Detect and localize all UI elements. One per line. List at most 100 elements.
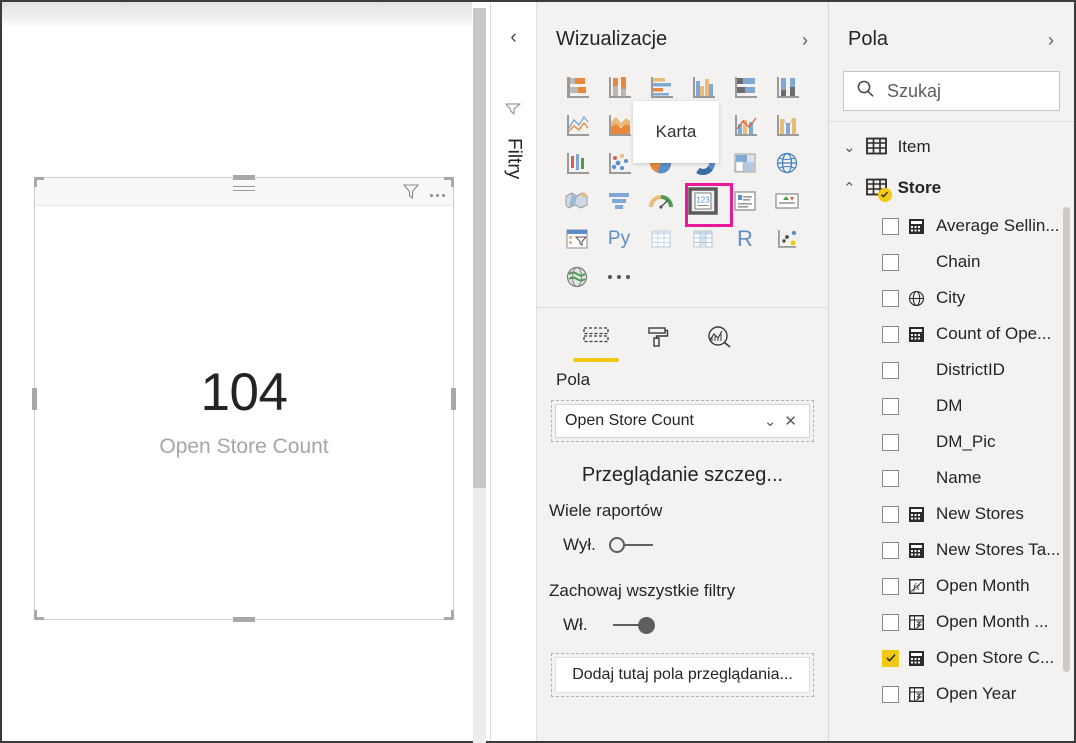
field-row-districtid[interactable]: DistrictID <box>829 352 1074 388</box>
search-input[interactable]: Szukaj <box>843 71 1060 111</box>
field-checkbox[interactable] <box>882 505 899 523</box>
table-used-check-badge <box>877 187 892 202</box>
collapse-visualizations-icon[interactable]: › <box>802 31 808 49</box>
viz-icon-treemap-chart[interactable] <box>724 145 766 181</box>
chevron-down-icon[interactable]: ⌄ <box>760 414 781 429</box>
viz-icon-table-visual[interactable] <box>640 221 682 257</box>
field-label: New Stores <box>936 504 1024 523</box>
keep-filters-toggle[interactable] <box>609 615 655 635</box>
visualizations-pane: Wizualizacje › 123 Py R Karta Pola Open … <box>536 2 828 741</box>
fields-table-item[interactable]: ⌄ Item <box>829 126 1074 167</box>
fields-icon <box>582 320 610 354</box>
viz-icon-python-visual[interactable]: Py <box>598 221 640 257</box>
field-checkbox[interactable] <box>882 433 899 451</box>
field-row-open-year[interactable]: Open Year <box>829 676 1074 712</box>
viz-icon-stacked-bar-chart[interactable] <box>556 69 598 105</box>
canvas-scrollbar-thumb[interactable] <box>473 8 486 488</box>
drillthrough-keep-filters-row[interactable]: Wł. <box>537 601 828 635</box>
field-checkbox[interactable] <box>882 613 899 631</box>
chevron-up-icon[interactable]: ⌃ <box>843 179 856 197</box>
viz-icon-more-visuals-ellipsis[interactable] <box>598 259 640 295</box>
drillthrough-cross-report-row[interactable]: Wył. <box>537 521 828 555</box>
fields-table-store[interactable]: ⌃ Store <box>829 167 1074 208</box>
tab-fields[interactable] <box>565 320 627 362</box>
field-well-pill[interactable]: Open Store Count ⌄ ✕ <box>555 404 810 438</box>
field-checkbox[interactable] <box>882 541 899 559</box>
viz-icon-ribbon-chart[interactable] <box>766 107 808 143</box>
viz-icon-clustered-column-chart[interactable] <box>682 69 724 105</box>
drillthrough-section-title: Przeglądanie szczeg... <box>581 464 784 486</box>
field-row-new-stores-target[interactable]: New Stores Ta... <box>829 532 1074 568</box>
viz-icon-filled-map[interactable] <box>556 183 598 219</box>
field-well-dropzone[interactable]: Open Store Count ⌄ ✕ <box>551 400 814 442</box>
field-label: DM <box>936 396 963 415</box>
field-row-dm[interactable]: DM <box>829 388 1074 424</box>
field-row-city[interactable]: City <box>829 280 1074 316</box>
card-visual[interactable]: 104 Open Store Count <box>32 175 456 622</box>
field-checkbox[interactable] <box>882 577 899 595</box>
report-canvas[interactable]: 104 Open Store Count <box>2 2 490 743</box>
expand-filters-icon[interactable]: ‹ <box>510 28 516 47</box>
tab-analytics[interactable] <box>689 320 751 362</box>
field-row-open-store-count[interactable]: Open Store C... <box>829 640 1074 676</box>
drillthrough-fields-dropzone[interactable]: Dodaj tutaj pola przeglądania... <box>551 653 814 697</box>
viz-icon-card-visual[interactable]: 123 <box>682 183 733 227</box>
viz-icon-funnel-chart[interactable] <box>598 183 640 219</box>
field-row-open-month[interactable]: fx Open Month <box>829 568 1074 604</box>
remove-field-icon[interactable]: ✕ <box>780 414 801 429</box>
resize-handle-bottom[interactable] <box>233 617 255 622</box>
viz-icon-clustered-bar-chart[interactable] <box>640 69 682 105</box>
drag-grip-icon[interactable] <box>233 186 255 194</box>
canvas-scrollbar[interactable] <box>473 8 486 743</box>
field-row-count-of-open[interactable]: Count of Ope... <box>829 316 1074 352</box>
field-checkbox[interactable] <box>882 469 899 487</box>
field-checkbox[interactable] <box>882 325 899 343</box>
viz-icon-r-script-visual[interactable]: R <box>724 221 766 257</box>
viz-icon-line-chart[interactable] <box>556 107 598 143</box>
filters-pane-collapsed[interactable]: ‹ Filtry <box>490 2 536 741</box>
field-checkbox[interactable] <box>882 397 899 415</box>
field-row-open-month-hierarchy[interactable]: Open Month ... <box>829 604 1074 640</box>
viz-icon-matrix-visual[interactable] <box>682 221 724 257</box>
viz-icon-waterfall-chart[interactable] <box>556 145 598 181</box>
visualizations-gallery: 123 Py R Karta <box>537 65 828 308</box>
field-row-chain[interactable]: Chain <box>829 244 1074 280</box>
field-label: Count of Ope... <box>936 324 1052 343</box>
visualizations-title: Wizualizacje <box>556 28 668 50</box>
measure-icon <box>908 217 927 235</box>
field-checkbox[interactable] <box>882 253 899 271</box>
resize-handle-left[interactable] <box>32 387 37 410</box>
field-checkbox[interactable] <box>882 217 899 235</box>
resize-handle-right[interactable] <box>451 387 456 410</box>
viz-icon-arcgis-map[interactable] <box>556 259 598 295</box>
field-checkbox[interactable] <box>882 649 899 667</box>
viz-icon-stacked-column-chart[interactable] <box>598 69 640 105</box>
resize-handle-top[interactable] <box>233 175 255 180</box>
viz-icon-100-stacked-bar-chart[interactable] <box>724 69 766 105</box>
field-row-new-stores[interactable]: New Stores <box>829 496 1074 532</box>
collapse-fields-icon[interactable]: › <box>1048 31 1054 49</box>
filter-icon[interactable] <box>401 181 421 201</box>
viz-icon-map-globe[interactable] <box>766 145 808 181</box>
chevron-down-icon[interactable]: ⌄ <box>843 138 856 156</box>
viz-icon-gauge-chart[interactable] <box>640 183 682 219</box>
viz-icon-kpi-visual[interactable] <box>766 183 808 219</box>
viz-icon-line-and-clustered-column-chart[interactable] <box>724 107 766 143</box>
viz-icon-slicer-visual[interactable] <box>556 221 598 257</box>
viz-icon-100-stacked-column-chart[interactable] <box>766 69 808 105</box>
viz-icon-multi-row-card[interactable] <box>724 183 766 219</box>
field-checkbox[interactable] <box>882 361 899 379</box>
viz-icon-key-influencers-visual[interactable] <box>766 221 808 257</box>
field-checkbox[interactable] <box>882 289 899 307</box>
field-label: Open Month <box>936 576 1030 595</box>
tab-format[interactable] <box>627 320 689 362</box>
keep-filters-toggle-state: Wł. <box>563 615 588 634</box>
field-row-average-selling[interactable]: Average Sellin... <box>829 208 1074 244</box>
field-row-dm-pic[interactable]: DM_Pic <box>829 424 1074 460</box>
more-options-icon[interactable] <box>430 186 445 197</box>
field-row-name[interactable]: Name <box>829 460 1074 496</box>
field-checkbox[interactable] <box>882 685 899 703</box>
cross-report-toggle[interactable] <box>609 535 655 555</box>
hierarchy-icon <box>908 613 927 631</box>
fields-scrollbar-thumb[interactable] <box>1063 207 1070 672</box>
